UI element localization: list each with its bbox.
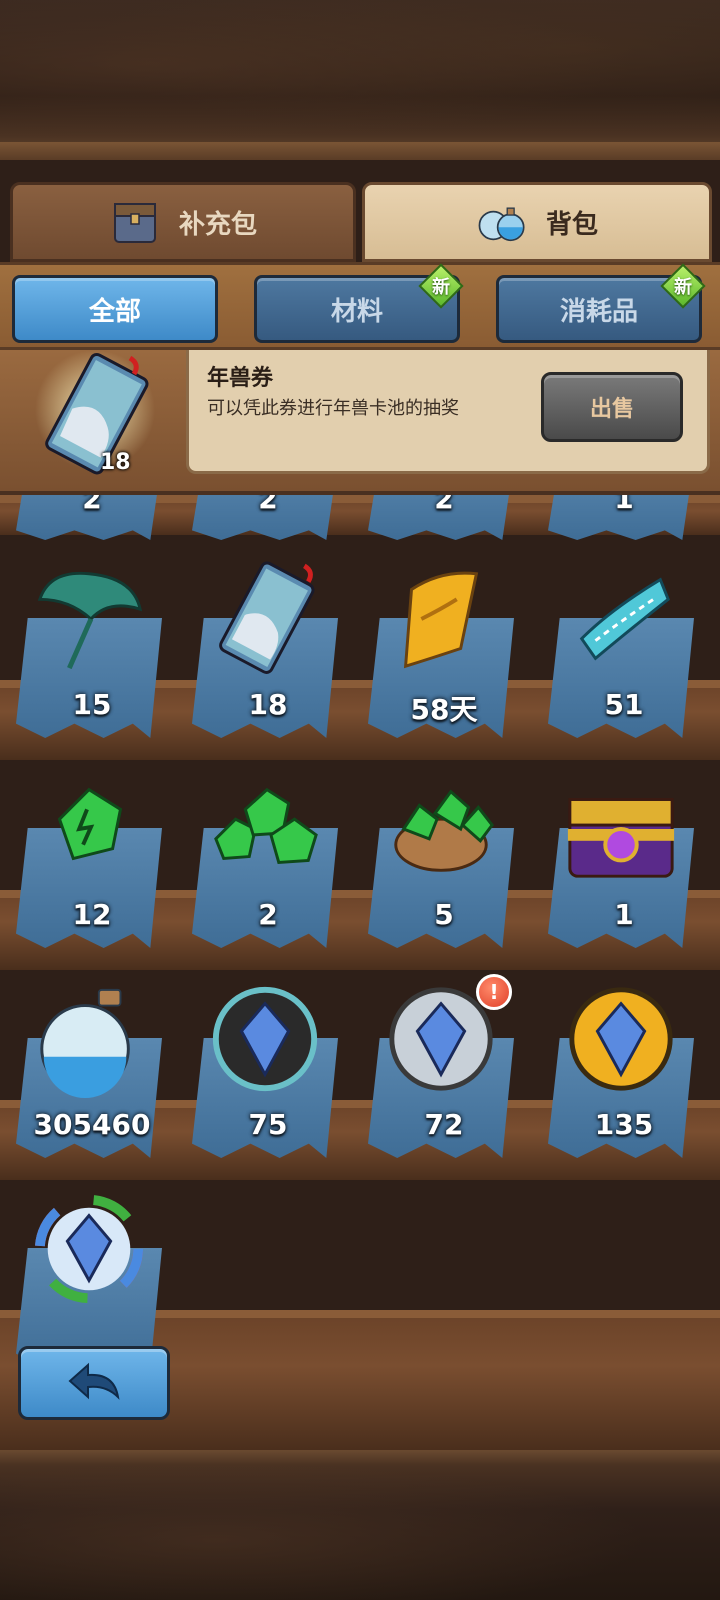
back-arrow-icon	[66, 1361, 122, 1405]
top-frame	[0, 0, 720, 160]
sell-button[interactable]: 出售	[541, 372, 683, 442]
inventory-slot[interactable]: 5	[364, 770, 514, 970]
item-count: 305460	[33, 1108, 151, 1141]
tab-backpack[interactable]: 背包	[362, 182, 712, 262]
tab-supply-pack[interactable]: 补充包	[10, 182, 356, 262]
gold-gem-orb-icon	[562, 980, 680, 1098]
item-count: 75	[248, 1108, 288, 1141]
filter-consumables-label: 消耗品	[559, 296, 638, 327]
item-count: 15	[72, 688, 112, 721]
item-count: 58天	[410, 693, 478, 726]
green-crystal-pile-icon	[206, 770, 324, 888]
filter-bar: 全部 材料 新 消耗品 新	[0, 262, 720, 350]
filter-all-label: 全部	[88, 296, 141, 327]
green-crystal-bag-icon	[382, 770, 500, 888]
item-count: 2	[258, 898, 278, 931]
inventory-slot[interactable]: 2	[188, 770, 338, 970]
potion-icon	[476, 196, 528, 248]
alert-badge: !	[476, 974, 512, 1010]
inventory-slot[interactable]: 75	[188, 980, 338, 1180]
back-button[interactable]	[18, 1346, 170, 1420]
inventory-slot[interactable]: 1	[544, 770, 694, 970]
gold-scroll-icon	[382, 560, 500, 678]
item-count: 72	[424, 1108, 464, 1141]
black-gem-orb-icon	[206, 980, 324, 1098]
new-badge: 新	[660, 263, 706, 309]
inventory-slot[interactable]: 58天	[364, 560, 514, 760]
filter-all-button[interactable]: 全部	[12, 275, 218, 343]
blue-ribbon-icon	[562, 560, 680, 678]
item-count: 12	[72, 898, 112, 931]
nian-ticket-icon: 18	[20, 350, 170, 480]
inventory-slot[interactable]: 51	[544, 560, 694, 760]
item-count: 135	[594, 1108, 654, 1141]
inventory-slot[interactable]: 305460	[12, 980, 162, 1180]
item-count: 51	[604, 688, 644, 721]
inventory-slot[interactable]: 15	[12, 560, 162, 760]
sell-button-label: 出售	[589, 397, 634, 422]
selected-item-description: 可以凭此券进行年兽卡池的抽奖	[207, 398, 459, 419]
nian-ticket-icon	[206, 560, 324, 678]
bottom-frame	[0, 1450, 720, 1600]
filter-materials-button[interactable]: 材料 新	[254, 263, 464, 343]
filter-consumables-button[interactable]: 消耗品 新	[496, 263, 706, 343]
item-count: 5	[434, 898, 454, 931]
item-count: 1	[614, 898, 634, 931]
item-count: 18	[248, 688, 288, 721]
selected-item-name: 年兽券	[207, 366, 274, 391]
tab-backpack-label: 背包	[545, 209, 598, 240]
green-crystal-icon	[30, 770, 148, 888]
rainbow-gem-orb-icon	[30, 1190, 148, 1308]
tab-supply-label: 补充包	[178, 209, 257, 240]
selected-item-count: 18	[100, 450, 131, 475]
filter-materials-label: 材料	[330, 296, 383, 327]
inventory-slot[interactable]: 135	[544, 980, 694, 1180]
lotus-leaf-icon	[30, 560, 148, 678]
new-badge: 新	[418, 263, 464, 309]
chest-icon	[109, 196, 161, 248]
purple-chest-icon	[562, 770, 680, 888]
item-detail-card: 年兽券 可以凭此券进行年兽卡池的抽奖 出售	[186, 350, 710, 474]
item-detail-panel: 18 年兽券 可以凭此券进行年兽卡池的抽奖 出售	[0, 350, 720, 495]
blue-sand-bottle-icon	[30, 980, 148, 1098]
inventory-slot[interactable]: 12	[12, 770, 162, 970]
inventory-slot[interactable]: 72!	[364, 974, 514, 1180]
inventory-slot[interactable]: 18	[188, 560, 338, 760]
